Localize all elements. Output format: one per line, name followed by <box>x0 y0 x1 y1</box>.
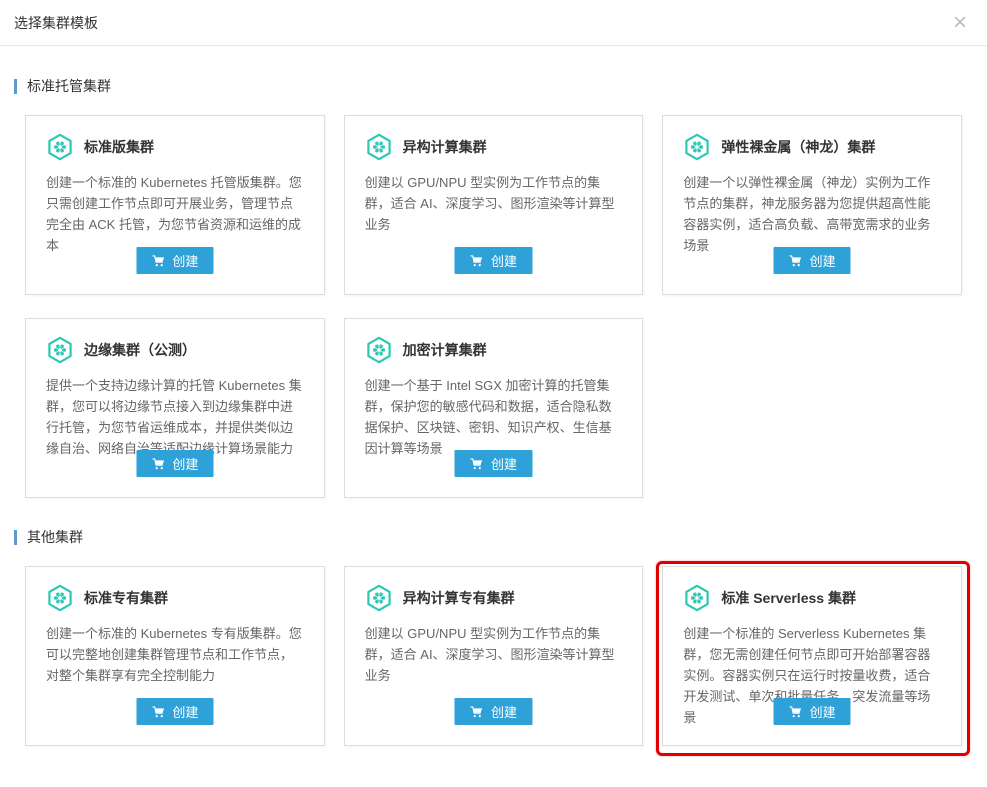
card-description: 创建一个基于 Intel SGX 加密计算的托管集群，保护您的敏感代码和数据，适… <box>365 375 623 459</box>
hexagon-cluster-icon <box>683 584 711 612</box>
section-accent-bar <box>14 530 17 545</box>
card-title: 异构计算集群 <box>403 137 487 157</box>
cluster-card: 异构计算集群 创建以 GPU/NPU 型实例为工作节点的集群，适合 AI、深度学… <box>344 115 644 295</box>
shopping-cart-icon <box>470 457 484 471</box>
shopping-cart-icon <box>151 457 165 471</box>
hexagon-cluster-icon <box>365 336 393 364</box>
shopping-cart-icon <box>789 254 803 268</box>
card-title: 加密计算集群 <box>403 340 487 360</box>
card-title: 弹性裸金属（神龙）集群 <box>721 137 875 157</box>
card-grid: 标准版集群 创建一个标准的 Kubernetes 托管版集群。您只需创建工作节点… <box>25 115 962 498</box>
card-header: 标准版集群 <box>46 133 304 161</box>
create-button[interactable]: 创建 <box>455 247 532 274</box>
create-button[interactable]: 创建 <box>774 247 851 274</box>
card-description: 创建以 GPU/NPU 型实例为工作节点的集群，适合 AI、深度学习、图形渲染等… <box>365 172 623 235</box>
card-title: 异构计算专有集群 <box>403 588 515 608</box>
cluster-section: 标准托管集群 <box>14 76 962 498</box>
cluster-card: 边缘集群（公测） 提供一个支持边缘计算的托管 Kubernetes 集群，您可以… <box>25 318 325 498</box>
section-title: 其他集群 <box>14 527 962 547</box>
card-header: 异构计算集群 <box>365 133 623 161</box>
shopping-cart-icon <box>151 254 165 268</box>
card-description: 提供一个支持边缘计算的托管 Kubernetes 集群，您可以将边缘节点接入到边… <box>46 375 304 459</box>
dialog-header: 选择集群模板 × <box>0 0 987 46</box>
select-cluster-template-dialog: 选择集群模板 × 标准托管集群 <box>0 0 987 787</box>
card-title: 标准 Serverless 集群 <box>721 588 856 608</box>
cluster-card: 弹性裸金属（神龙）集群 创建一个以弹性裸金属（神龙）实例为工作节点的集群，神龙服… <box>662 115 962 295</box>
section-title: 标准托管集群 <box>14 76 962 96</box>
shopping-cart-icon <box>151 705 165 719</box>
hexagon-cluster-icon <box>683 133 711 161</box>
cluster-card: 标准专有集群 创建一个标准的 Kubernetes 专有版集群。您可以完整地创建… <box>25 566 325 746</box>
card-description: 创建一个标准的 Kubernetes 托管版集群。您只需创建工作节点即可开展业务… <box>46 172 304 256</box>
hexagon-cluster-icon <box>365 133 393 161</box>
create-button-label: 创建 <box>491 454 517 473</box>
card-title: 边缘集群（公测） <box>84 340 196 360</box>
create-button-label: 创建 <box>810 702 836 721</box>
create-button-label: 创建 <box>491 251 517 270</box>
section-accent-bar <box>14 79 17 94</box>
card-description: 创建一个标准的 Kubernetes 专有版集群。您可以完整地创建集群管理节点和… <box>46 623 304 686</box>
cluster-card: 异构计算专有集群 创建以 GPU/NPU 型实例为工作节点的集群，适合 AI、深… <box>344 566 644 746</box>
sections-root: 标准托管集群 <box>14 76 962 746</box>
cluster-section: 其他集群 <box>14 527 962 746</box>
dialog-title: 选择集群模板 <box>14 13 98 33</box>
create-button[interactable]: 创建 <box>455 450 532 477</box>
card-header: 边缘集群（公测） <box>46 336 304 364</box>
create-button-label: 创建 <box>491 702 517 721</box>
card-description: 创建以 GPU/NPU 型实例为工作节点的集群，适合 AI、深度学习、图形渲染等… <box>365 623 623 686</box>
card-header: 标准 Serverless 集群 <box>683 584 941 612</box>
shopping-cart-icon <box>470 254 484 268</box>
create-button[interactable]: 创建 <box>774 698 851 725</box>
card-header: 弹性裸金属（神龙）集群 <box>683 133 941 161</box>
card-header: 异构计算专有集群 <box>365 584 623 612</box>
create-button[interactable]: 创建 <box>136 247 213 274</box>
hexagon-cluster-icon <box>46 133 74 161</box>
create-button-label: 创建 <box>172 702 198 721</box>
card-header: 加密计算集群 <box>365 336 623 364</box>
create-button-label: 创建 <box>810 251 836 270</box>
cluster-card: 标准版集群 创建一个标准的 Kubernetes 托管版集群。您只需创建工作节点… <box>25 115 325 295</box>
card-grid: 标准专有集群 创建一个标准的 Kubernetes 专有版集群。您可以完整地创建… <box>25 566 962 746</box>
shopping-cart-icon <box>789 705 803 719</box>
create-button[interactable]: 创建 <box>455 698 532 725</box>
cluster-card: 加密计算集群 创建一个基于 Intel SGX 加密计算的托管集群，保护您的敏感… <box>344 318 644 498</box>
card-title: 标准版集群 <box>84 137 154 157</box>
card-description: 创建一个以弹性裸金属（神龙）实例为工作节点的集群，神龙服务器为您提供超高性能容器… <box>683 172 941 256</box>
create-button[interactable]: 创建 <box>136 450 213 477</box>
section-title-text: 标准托管集群 <box>27 76 111 96</box>
create-button-label: 创建 <box>172 251 198 270</box>
hexagon-cluster-icon <box>46 584 74 612</box>
card-title: 标准专有集群 <box>84 588 168 608</box>
dialog-content: 标准托管集群 <box>0 76 987 746</box>
hexagon-cluster-icon <box>46 336 74 364</box>
section-title-text: 其他集群 <box>27 527 83 547</box>
shopping-cart-icon <box>470 705 484 719</box>
cluster-card: 标准 Serverless 集群 创建一个标准的 Serverless Kube… <box>662 566 962 746</box>
create-button-label: 创建 <box>172 454 198 473</box>
close-icon[interactable]: × <box>953 11 967 35</box>
create-button[interactable]: 创建 <box>136 698 213 725</box>
card-header: 标准专有集群 <box>46 584 304 612</box>
hexagon-cluster-icon <box>365 584 393 612</box>
